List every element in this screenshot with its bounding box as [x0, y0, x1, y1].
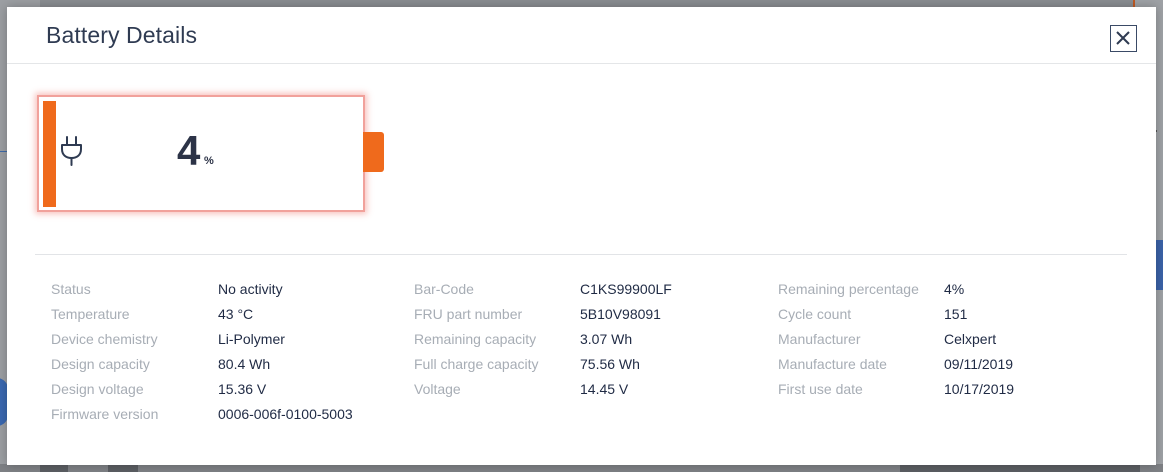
detail-row-manufacturer: Manufacturer Celxpert	[778, 330, 1108, 355]
details-column-1: Status No activity Temperature 43 °C Dev…	[51, 280, 381, 430]
detail-row-fru-part-number: FRU part number 5B10V98091	[414, 305, 744, 330]
detail-label: Cycle count	[778, 306, 852, 322]
detail-label: Manufacture date	[778, 356, 887, 372]
detail-label: Temperature	[51, 306, 130, 322]
close-icon	[1116, 31, 1130, 45]
battery-terminal	[363, 132, 384, 172]
detail-value: 5B10V98091	[580, 306, 661, 322]
plug-icon	[61, 136, 82, 166]
detail-value: C1KS99900LF	[580, 281, 672, 297]
detail-label: Device chemistry	[51, 331, 158, 347]
detail-row-design-voltage: Design voltage 15.36 V	[51, 380, 381, 405]
detail-value: 09/11/2019	[944, 356, 1014, 372]
detail-label: Status	[51, 281, 91, 297]
detail-value: 80.4 Wh	[218, 356, 271, 372]
divider	[35, 254, 1127, 255]
detail-value: 43 °C	[218, 306, 254, 322]
battery-gauge: 4 %	[37, 95, 365, 212]
detail-row-remaining-capacity: Remaining capacity 3.07 Wh	[414, 330, 744, 355]
detail-label: Manufacturer	[778, 331, 861, 347]
detail-row-manufacture-date: Manufacture date 09/11/2019	[778, 355, 1108, 380]
detail-row-design-capacity: Design capacity 80.4 Wh	[51, 355, 381, 380]
detail-row-bar-code: Bar-Code C1KS99900LF	[414, 280, 744, 305]
detail-row-first-use-date: First use date 10/17/2019	[778, 380, 1108, 405]
background-fragment	[40, 464, 68, 472]
detail-value: Celxpert	[944, 331, 997, 347]
background-fragment	[108, 464, 138, 472]
detail-label: FRU part number	[414, 306, 523, 322]
detail-value: No activity	[218, 281, 283, 297]
detail-label: Design capacity	[51, 356, 150, 372]
detail-label: Design voltage	[51, 381, 144, 397]
dialog-title: Battery Details	[46, 22, 198, 48]
detail-value: Li-Polymer	[218, 331, 285, 347]
detail-value: 151	[944, 306, 968, 322]
detail-row-device-chemistry: Device chemistry Li-Polymer	[51, 330, 381, 355]
detail-row-cycle-count: Cycle count 151	[778, 305, 1108, 330]
detail-label: Remaining percentage	[778, 281, 919, 297]
battery-percentage-unit: %	[204, 155, 214, 167]
battery-percentage: 4	[177, 127, 201, 174]
detail-value: 15.36 V	[218, 381, 267, 397]
detail-row-full-charge-capacity: Full charge capacity 75.56 Wh	[414, 355, 744, 380]
detail-row-firmware-version: Firmware version 0006-006f-0100-5003	[51, 405, 381, 430]
detail-value: 10/17/2019	[944, 381, 1015, 397]
detail-row-status: Status No activity	[51, 280, 381, 305]
detail-value: 3.07 Wh	[580, 331, 633, 347]
detail-row-voltage: Voltage 14.45 V	[414, 380, 744, 405]
background-fragment	[900, 464, 1140, 472]
detail-label: First use date	[778, 381, 863, 397]
battery-details-dialog: Battery Details 4 % Status No activity T…	[7, 7, 1156, 465]
close-button[interactable]	[1110, 25, 1137, 52]
detail-label: Voltage	[414, 381, 461, 397]
detail-value: 14.45 V	[580, 381, 629, 397]
detail-value: 75.56 Wh	[580, 356, 640, 372]
detail-value: 4%	[944, 281, 965, 297]
detail-label: Firmware version	[51, 406, 159, 422]
battery-level-fill	[43, 101, 56, 207]
detail-label: Full charge capacity	[414, 356, 539, 372]
dialog-header: Battery Details	[7, 7, 1156, 64]
detail-label: Remaining capacity	[414, 331, 537, 347]
details-column-2: Bar-Code C1KS99900LF FRU part number 5B1…	[414, 280, 744, 405]
detail-row-remaining-percentage: Remaining percentage 4%	[778, 280, 1108, 305]
details-column-3: Remaining percentage 4% Cycle count 151 …	[778, 280, 1108, 405]
background-app-bottom	[0, 464, 1163, 472]
detail-label: Bar-Code	[414, 281, 474, 297]
detail-row-temperature: Temperature 43 °C	[51, 305, 381, 330]
detail-value: 0006-006f-0100-5003	[218, 406, 353, 422]
